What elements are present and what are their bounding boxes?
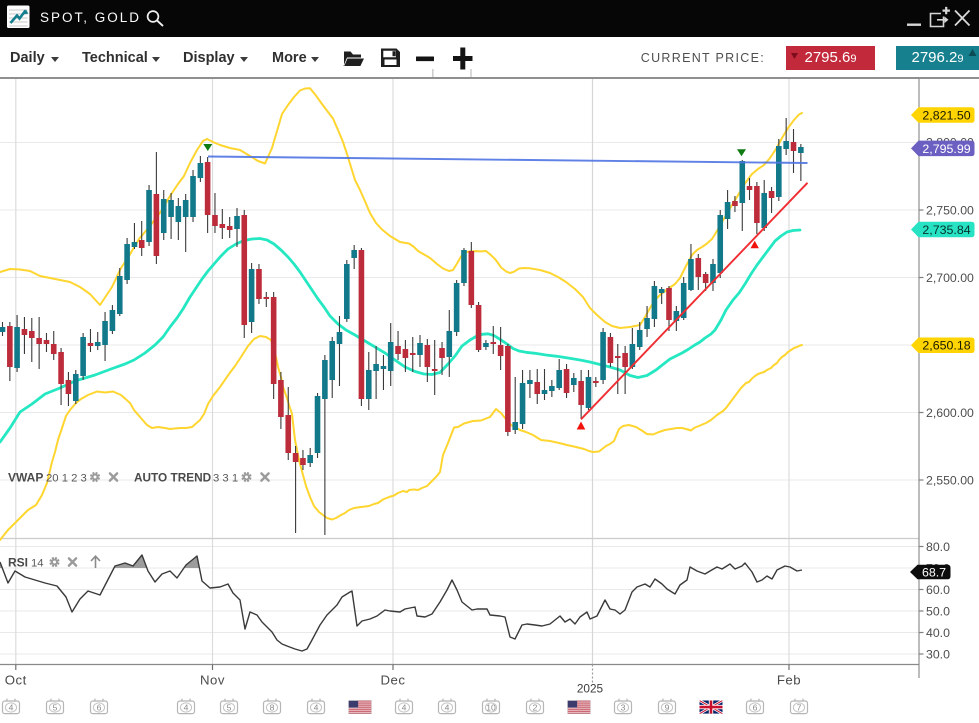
svg-text:VWAP: VWAP xyxy=(8,471,43,485)
svg-text:80.0: 80.0 xyxy=(926,540,950,554)
svg-text:2,600.00: 2,600.00 xyxy=(926,406,974,420)
svg-text:9: 9 xyxy=(665,703,670,713)
svg-text:4: 4 xyxy=(9,703,14,713)
svg-text:6: 6 xyxy=(97,703,102,713)
svg-text:4: 4 xyxy=(445,703,450,713)
svg-text:6: 6 xyxy=(753,703,758,713)
svg-text:2,795.99: 2,795.99 xyxy=(922,142,970,156)
svg-text:20 1 2 3: 20 1 2 3 xyxy=(46,473,87,485)
svg-text:2,650.18: 2,650.18 xyxy=(922,339,970,353)
svg-text:40.0: 40.0 xyxy=(926,626,950,640)
svg-text:5: 5 xyxy=(53,703,58,713)
svg-text:3: 3 xyxy=(621,703,626,713)
svg-text:8: 8 xyxy=(270,703,275,713)
svg-text:10: 10 xyxy=(486,703,496,713)
svg-text:Nov: Nov xyxy=(200,673,225,688)
svg-text:Dec: Dec xyxy=(381,673,406,688)
svg-text:AUTO TREND: AUTO TREND xyxy=(134,471,212,485)
svg-text:Feb: Feb xyxy=(777,673,801,688)
svg-text:68.7: 68.7 xyxy=(922,565,946,579)
svg-text:60.0: 60.0 xyxy=(926,583,950,597)
svg-text:2025: 2025 xyxy=(577,682,604,696)
svg-text:14: 14 xyxy=(31,558,44,570)
svg-text:RSI: RSI xyxy=(8,556,28,570)
svg-text:2,700.00: 2,700.00 xyxy=(926,271,974,285)
svg-text:2,550.00: 2,550.00 xyxy=(926,473,974,487)
svg-text:2,735.84: 2,735.84 xyxy=(922,223,970,237)
svg-text:4: 4 xyxy=(184,703,189,713)
svg-text:3 3 1: 3 3 1 xyxy=(213,473,238,485)
svg-text:7: 7 xyxy=(797,703,802,713)
svg-text:30.0: 30.0 xyxy=(926,647,950,661)
svg-text:Oct: Oct xyxy=(5,673,27,688)
svg-text:50.0: 50.0 xyxy=(926,604,950,618)
svg-text:2,821.50: 2,821.50 xyxy=(922,108,970,122)
svg-text:4: 4 xyxy=(314,703,319,713)
svg-text:4: 4 xyxy=(402,703,407,713)
svg-text:2: 2 xyxy=(533,703,538,713)
svg-text:5: 5 xyxy=(227,703,232,713)
svg-text:2,750.00: 2,750.00 xyxy=(926,203,974,217)
